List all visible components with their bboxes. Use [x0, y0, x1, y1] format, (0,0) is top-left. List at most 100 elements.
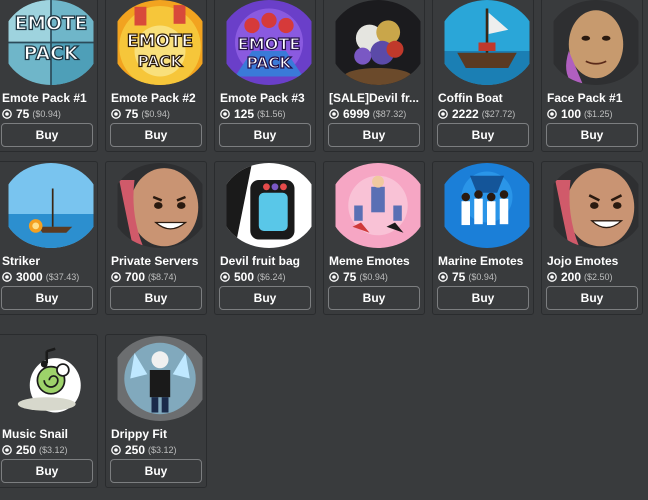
usd-amount: ($8.74) [148, 272, 177, 282]
item-card-meme-emotes[interactable]: Meme Emotes 75 ($0.94) Buy [323, 161, 425, 315]
buy-button[interactable]: Buy [328, 286, 420, 310]
item-name: [SALE]Devil fr... [329, 91, 420, 105]
devil-fruit-bag-thumbnail[interactable] [220, 163, 315, 248]
usd-amount: ($27.72) [481, 109, 516, 119]
item-card-striker[interactable]: Striker 3000 ($37.43) Buy [0, 161, 98, 315]
buy-button[interactable]: Buy [1, 459, 93, 483]
buy-button[interactable]: Buy [219, 123, 311, 147]
item-name: Marine Emotes [438, 254, 524, 268]
usd-amount: ($87.32) [372, 109, 407, 119]
usd-amount: ($1.56) [257, 109, 286, 119]
devil-fruit-thumbnail[interactable] [329, 0, 424, 85]
item-card-coffin-boat[interactable]: Coffin Boat 2222 ($27.72) Buy [432, 0, 534, 152]
buy-button[interactable]: Buy [110, 459, 202, 483]
coffin-boat-thumbnail[interactable] [438, 0, 533, 85]
robux-icon [111, 272, 121, 282]
buy-button[interactable]: Buy [110, 123, 202, 147]
robux-amount: 75 [452, 270, 466, 284]
marine-emotes-thumbnail[interactable] [438, 163, 533, 248]
robux-icon [547, 272, 557, 282]
item-card-face-pack-1[interactable]: Face Pack #1 100 ($1.25) Buy [541, 0, 643, 152]
item-name: Emote Pack #3 [220, 91, 305, 105]
item-name: Meme Emotes [329, 254, 410, 268]
item-card-drippy-fit[interactable]: Drippy Fit 250 ($3.12) Buy [105, 334, 207, 488]
item-price: 75 ($0.94) [438, 270, 497, 284]
usd-amount: ($2.50) [584, 272, 613, 282]
buy-button[interactable]: Buy [110, 286, 202, 310]
item-card-marine-emotes[interactable]: Marine Emotes 75 ($0.94) Buy [432, 161, 534, 315]
emote-pack-2-thumbnail[interactable]: EMOTE PACK [111, 0, 206, 85]
buy-button[interactable]: Buy [437, 123, 529, 147]
item-card-devil-fruit-sale[interactable]: [SALE]Devil fr... 6999 ($87.32) Buy [323, 0, 425, 152]
meme-emotes-thumbnail[interactable] [329, 163, 424, 248]
item-card-emote-pack-1[interactable]: EMOTE PACK Emote Pack #1 75 ($0.94) Buy [0, 0, 98, 152]
buy-button[interactable]: Buy [1, 123, 93, 147]
robux-icon [2, 445, 12, 455]
item-card-emote-pack-3[interactable]: EMOTE PACK Emote Pack #3 125 ($1.56) Buy [214, 0, 316, 152]
robux-icon [111, 109, 121, 119]
item-price: 75 ($0.94) [2, 107, 61, 121]
robux-icon [220, 272, 230, 282]
thumb-text-2: PACK [247, 54, 293, 72]
item-price: 100 ($1.25) [547, 107, 613, 121]
item-price: 75 ($0.94) [329, 270, 388, 284]
buy-button[interactable]: Buy [546, 123, 638, 147]
robux-amount: 200 [561, 270, 582, 284]
item-name: Jojo Emotes [547, 254, 619, 268]
item-card-private-servers[interactable]: Private Servers 700 ($8.74) Buy [105, 161, 207, 315]
usd-amount: ($6.24) [257, 272, 286, 282]
robux-icon [111, 445, 121, 455]
item-price: 3000 ($37.43) [2, 270, 79, 284]
thumb-text-1: EMOTE [238, 34, 301, 53]
thumb-text-1: EMOTE [15, 14, 88, 35]
item-name: Music Snail [2, 427, 69, 441]
item-card-emote-pack-2[interactable]: EMOTE PACK Emote Pack #2 75 ($0.94) Buy [105, 0, 207, 152]
robux-icon [2, 272, 12, 282]
item-card-jojo-emotes[interactable]: Jojo Emotes 200 ($2.50) Buy [541, 161, 643, 315]
item-name: Private Servers [111, 254, 199, 268]
emote-pack-3-thumbnail[interactable]: EMOTE PACK [220, 0, 315, 85]
robux-icon [438, 272, 448, 282]
thumb-text-1: EMOTE [127, 32, 193, 52]
usd-amount: ($0.94) [468, 272, 497, 282]
striker-thumbnail[interactable] [2, 163, 97, 248]
buy-button[interactable]: Buy [1, 286, 93, 310]
item-price: 75 ($0.94) [111, 107, 170, 121]
item-price: 125 ($1.56) [220, 107, 286, 121]
usd-amount: ($0.94) [141, 109, 170, 119]
buy-button[interactable]: Buy [437, 286, 529, 310]
jojo-emotes-thumbnail[interactable] [547, 163, 642, 248]
robux-amount: 75 [125, 107, 139, 121]
item-name: Face Pack #1 [547, 91, 623, 105]
item-price: 250 ($3.12) [111, 443, 177, 457]
robux-amount: 3000 [16, 270, 43, 284]
robux-icon [220, 109, 230, 119]
item-price: 2222 ($27.72) [438, 107, 515, 121]
robux-amount: 125 [234, 107, 255, 121]
face-pack-1-thumbnail[interactable] [547, 0, 642, 85]
game-pass-grid: EMOTE PACK Emote Pack #1 75 ($0.94) Buy … [0, 0, 648, 500]
item-card-music-snail[interactable]: Music Snail 250 ($3.12) Buy [0, 334, 98, 488]
buy-button[interactable]: Buy [546, 286, 638, 310]
item-card-devil-fruit-bag[interactable]: Devil fruit bag 500 ($6.24) Buy [214, 161, 316, 315]
robux-amount: 250 [16, 443, 37, 457]
robux-amount: 2222 [452, 107, 479, 121]
buy-button[interactable]: Buy [328, 123, 420, 147]
item-name: Devil fruit bag [220, 254, 301, 268]
usd-amount: ($37.43) [45, 272, 80, 282]
robux-amount: 6999 [343, 107, 370, 121]
buy-button[interactable]: Buy [219, 286, 311, 310]
item-price: 500 ($6.24) [220, 270, 286, 284]
item-price: 200 ($2.50) [547, 270, 613, 284]
item-name: Striker [2, 254, 41, 268]
item-price: 6999 ($87.32) [329, 107, 406, 121]
drippy-fit-thumbnail[interactable] [111, 336, 206, 421]
emote-pack-1-thumbnail[interactable]: EMOTE PACK [2, 0, 97, 85]
robux-amount: 100 [561, 107, 582, 121]
robux-icon [547, 109, 557, 119]
robux-amount: 500 [234, 270, 255, 284]
robux-amount: 250 [125, 443, 146, 457]
item-name: Emote Pack #2 [111, 91, 196, 105]
private-servers-thumbnail[interactable] [111, 163, 206, 248]
music-snail-thumbnail[interactable] [2, 336, 97, 421]
